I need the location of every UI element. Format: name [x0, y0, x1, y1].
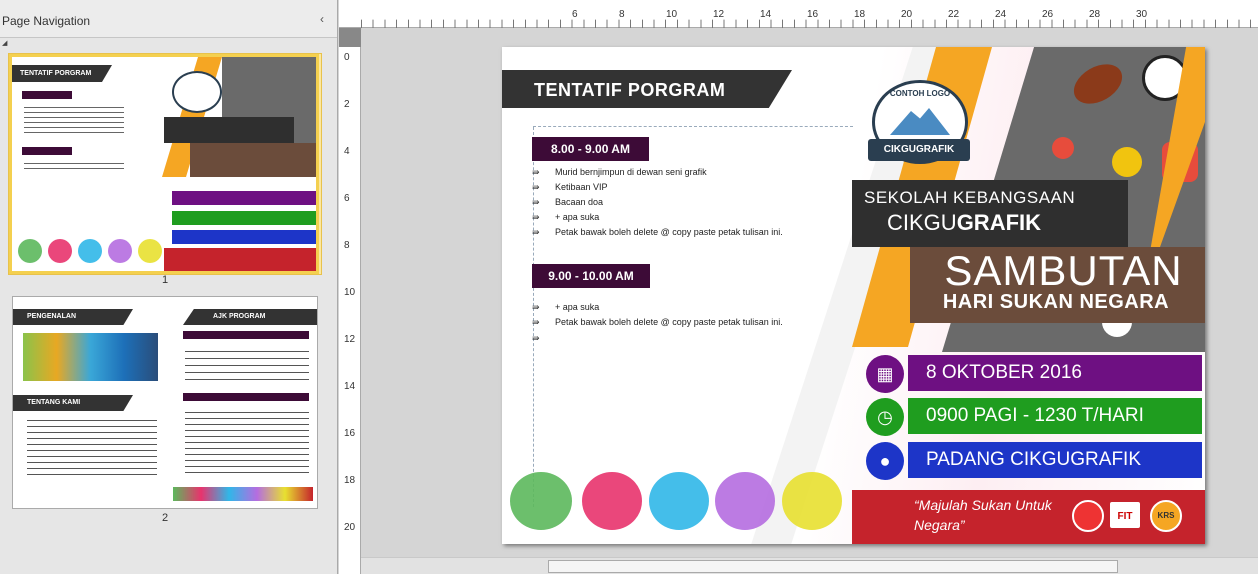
ruler-tick-label: 14 — [344, 381, 356, 392]
list-item: ⇛ Petak bawak boleh delete @ copy paste p… — [532, 317, 783, 327]
ruler-tick-label: 30 — [1136, 9, 1148, 20]
ruler-tick-label: 16 — [807, 9, 819, 20]
title-main: SAMBUTAN — [944, 247, 1183, 294]
school-line-2: CIKGUGRAFIK — [887, 210, 1042, 235]
ruler-tick-label: 6 — [572, 9, 578, 20]
list-item: ⇛ Ketibaan VIP — [532, 182, 608, 192]
thumb2-ajk: AJK PROGRAM — [213, 313, 266, 320]
ruler-tick-label: 26 — [1042, 9, 1054, 20]
list-item: ⇛ + apa suka — [532, 212, 600, 222]
page-navigation-pane: Page Navigation ‹ ◢ TENTATIF PORGRAM 1 P… — [0, 0, 338, 574]
ruler-tick-label: 0 — [344, 52, 350, 63]
mountain-icon — [890, 108, 950, 135]
krs-logo: KRS — [1150, 500, 1182, 532]
guide-line-h — [533, 126, 853, 127]
ruler-corner — [339, 28, 361, 47]
time-slot-2: 9.00 - 10.00 AM — [532, 264, 650, 288]
fit-logo: FIT — [1110, 502, 1140, 528]
ruler-tick-label: 10 — [666, 9, 678, 20]
list-item: ⇛ Murid bernjimpun di dewan seni grafik — [532, 167, 707, 177]
ruler-tick-label: 28 — [1089, 9, 1101, 20]
calendar-icon: ▦ — [866, 355, 904, 393]
quote-text: “Majulah Sukan Untuk Negara” — [914, 497, 1052, 533]
time-bar: 0900 PAGI - 1230 T/HARI — [908, 398, 1202, 434]
ruler-tick-label: 8 — [619, 9, 625, 20]
ruler-tick-label: 18 — [854, 9, 866, 20]
ruler-tick-label: 10 — [344, 287, 356, 298]
logo-top-text: CONTOH LOGO — [889, 89, 951, 98]
thumb2-tentang: TENTANG KAMI — [27, 399, 81, 406]
nav-collapse-icon[interactable]: ‹ — [320, 12, 324, 26]
ruler-tick-label: 12 — [344, 334, 356, 345]
clock-icon: ◷ — [866, 398, 904, 436]
ruler-tick-label: 4 — [344, 146, 350, 157]
thumb2-pengenalan: PENGENALAN — [27, 313, 77, 320]
school-line-1: SEKOLAH KEBANGSAAN — [864, 188, 1076, 207]
horizontal-scrollbar[interactable] — [361, 557, 1258, 574]
tentatif-header-text: TENTATIF PORGRAM — [534, 80, 726, 100]
ruler-tick-label: 6 — [344, 193, 350, 204]
ruler-tick-label: 18 — [344, 475, 356, 486]
expand-triangle-icon[interactable]: ◢ — [2, 39, 7, 47]
page-number-1: 1 — [162, 274, 169, 286]
list-item: ⇛ + apa suka — [532, 302, 600, 312]
logo-banner: CIKGUGRAFIK — [868, 139, 970, 161]
title-sub: HARI SUKAN NEGARA — [942, 291, 1170, 313]
list-item: ⇛ Petak bawak boleh delete @ copy paste p… — [532, 227, 783, 237]
running-splash-icon — [582, 472, 642, 530]
ruler-tick-label: 14 — [760, 9, 772, 20]
school-name-block: SEKOLAH KEBANGSAAN CIKGUGRAFIK — [852, 180, 1128, 247]
location-pin-icon: ● — [866, 442, 904, 480]
quote-block: “Majulah Sukan Untuk Negara” FIT KRS — [852, 490, 1205, 544]
ruler-tick-label: 16 — [344, 428, 356, 439]
ruler-tick-label: 22 — [948, 9, 960, 20]
page-thumbnail-2[interactable]: PENGENALAN TENTANG KAMI AJK PROGRAM — [12, 296, 318, 509]
page-number-2: 2 — [162, 512, 169, 524]
vertical-ruler[interactable]: 0 2 4 6 8 10 12 14 16 18 20 — [339, 28, 361, 574]
document-page[interactable]: TENTATIF PORGRAM 8.00 - 9.00 AM ⇛ Murid b… — [502, 47, 1205, 544]
ruler-tick-label: 8 — [344, 240, 350, 251]
time-slot-1: 8.00 - 9.00 AM — [532, 137, 649, 161]
date-bar: 8 OKTOBER 2016 — [908, 355, 1202, 391]
ruler-tick-label: 12 — [713, 9, 725, 20]
title-block: SAMBUTAN HARI SUKAN NEGARA — [910, 247, 1205, 323]
ruler-tick-label: 20 — [344, 522, 356, 533]
football-splash-icon — [510, 472, 572, 530]
page-thumbnail-1[interactable]: TENTATIF PORGRAM — [9, 54, 319, 274]
scrollbar-thumb[interactable] — [548, 560, 1118, 573]
thumb1-header: TENTATIF PORGRAM — [20, 70, 92, 77]
tentatif-header: TENTATIF PORGRAM — [502, 70, 792, 108]
sport-logo-icon — [1072, 500, 1104, 532]
place-bar: PADANG CIKGUGRAFIK — [908, 442, 1202, 478]
list-item: ⇛ — [532, 333, 540, 343]
tennis-splash-icon — [782, 472, 842, 530]
list-item: ⇛ Bacaan doa — [532, 197, 604, 207]
volleyball-splash-icon — [649, 472, 709, 530]
horizontal-ruler[interactable]: 6 8 10 12 14 16 18 20 22 24 26 28 30 — [339, 0, 1258, 28]
ruler-tick-label: 2 — [344, 99, 350, 110]
nav-header: Page Navigation ‹ — [0, 0, 337, 38]
ruler-tick-label: 20 — [901, 9, 913, 20]
gymnastics-splash-icon — [715, 472, 775, 530]
nav-title: Page Navigation — [2, 14, 91, 28]
ruler-tick-label: 24 — [995, 9, 1007, 20]
